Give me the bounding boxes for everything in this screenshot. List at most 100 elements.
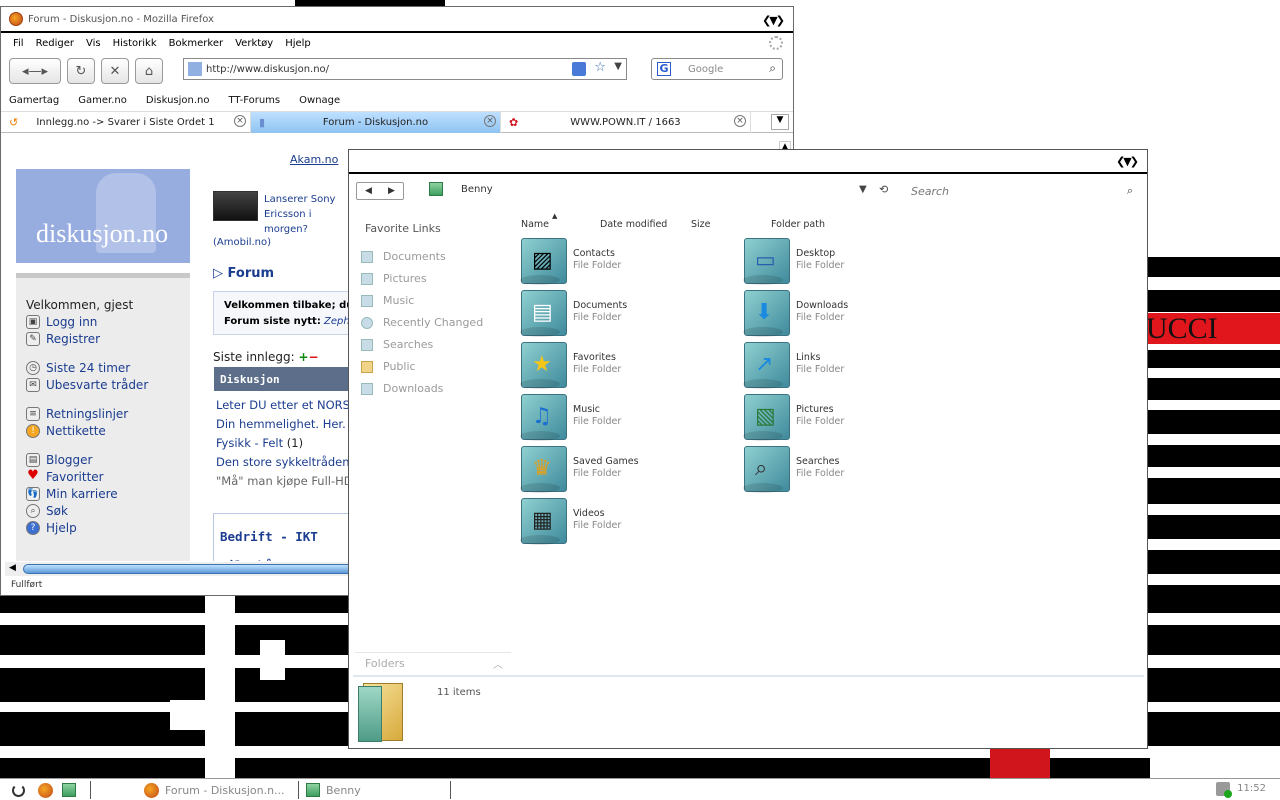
back-arrow-icon[interactable]: ◂—▸ [22,64,48,79]
menu-hjelp[interactable]: Hjelp [285,38,311,49]
bookmark-ownage[interactable]: Ownage [299,95,340,106]
tab-label[interactable]: WWW.POWN.IT / 1663 [570,117,680,128]
tab-innlegg[interactable]: ↺ Innlegg.no -> Svarer i Siste Ordet 1 × [1,112,251,133]
menu-historikk[interactable]: Historikk [113,38,157,49]
folder-name[interactable]: Pictures [796,404,834,415]
sidebar-item-label[interactable]: Registrer [46,332,100,346]
videos-icon[interactable]: ▦ [520,498,567,545]
reload-button[interactable]: ↻ [67,58,95,84]
fav-label[interactable]: Music [383,290,414,312]
network-tray-icon[interactable] [1216,782,1232,798]
music-icon[interactable]: ♫ [520,394,567,441]
chevron-up-icon[interactable]: ︿ [493,656,503,671]
folder-pictures[interactable]: ▧ Pictures File Folder [743,394,944,444]
explorer-search-input[interactable]: Search ⌕ [909,182,1139,202]
quicklaunch-explorer[interactable] [62,780,82,800]
folder-name[interactable]: Saved Games [573,456,639,467]
news-headline[interactable]: Lanserer Sony Ericsson i morgen? [264,192,354,237]
tab-close-icon[interactable]: × [734,115,746,127]
sidebar-item-unanswered[interactable]: ✉ Ubesvarte tråder [26,376,190,393]
folder-searches[interactable]: ⌕ Searches File Folder [743,446,944,496]
search-icon[interactable]: ⌕ [769,61,776,76]
back-forward-button[interactable]: ◀ ▶ [356,182,404,200]
sidebar-item-login[interactable]: ▣ Logg inn [26,313,190,330]
breadcrumb[interactable]: Benny [429,182,493,196]
expand-icon[interactable]: + [298,350,308,364]
post-link[interactable]: Den store sykkeltråden [216,453,353,472]
fav-searches[interactable]: Searches [361,334,483,356]
column-date-modified[interactable]: Date modified [600,219,667,230]
tab-label[interactable]: Innlegg.no -> Svarer i Siste Ordet 1 [36,117,214,128]
star-icon[interactable]: ★ [520,342,567,389]
start-button[interactable] [12,780,25,800]
folder-name[interactable]: Music [573,404,600,415]
fav-label[interactable]: Searches [383,334,433,356]
folder-links[interactable]: ↗ Links File Folder [743,342,944,392]
start-icon[interactable] [12,783,25,797]
fav-recently-changed[interactable]: Recently Changed [361,312,483,334]
folders-label[interactable]: Folders [365,657,405,670]
menu-fil[interactable]: Fil [13,38,24,49]
folder-name[interactable]: Links [796,352,820,363]
sidebar-item-label[interactable]: Blogger [46,453,92,467]
sidebar-item-label[interactable]: Søk [46,504,68,518]
sidebar-item-blogs[interactable]: ▤ Blogger [26,451,190,468]
bookmark-gamertag[interactable]: Gamertag [9,95,59,106]
forward-icon[interactable]: ▶ [388,186,395,196]
folder-saved-games[interactable]: ♛ Saved Games File Folder [520,446,721,496]
tab-list-button[interactable]: ▼ [771,114,789,130]
firefox-icon[interactable] [38,782,53,798]
collapse-icon[interactable]: − [309,350,319,364]
saved-games-icon[interactable]: ♛ [520,446,567,493]
folder-name[interactable]: Documents [573,300,627,311]
folder-downloads[interactable]: ⬇ Downloads File Folder [743,290,944,340]
fav-pictures[interactable]: Pictures [361,268,483,290]
scrollbar-thumb[interactable] [23,564,363,574]
sidebar-item-label[interactable]: Logg inn [46,315,97,329]
sidebar-item-label[interactable]: Favoritter [46,470,104,484]
folders-pane-toggle[interactable]: Folders ︿ [355,652,511,674]
task-label[interactable]: Forum - Diskusjon.n... [165,784,285,797]
task-firefox[interactable]: Forum - Diskusjon.n... [144,780,285,800]
google-engine-icon[interactable]: G [657,62,671,76]
search-placeholder[interactable]: Search [911,185,949,198]
folder-contacts[interactable]: ▨ Contacts File Folder [520,238,721,288]
address-dropdown-icon[interactable]: ▼ [859,184,867,195]
rss-feed-icon[interactable] [572,62,586,76]
menu-vis[interactable]: Vis [86,38,101,49]
back-icon[interactable]: ◀ [365,186,372,196]
explorer-icon[interactable] [62,783,76,797]
column-size[interactable]: Size [691,219,711,230]
column-folder-path[interactable]: Folder path [771,219,825,230]
forum-news-link[interactable]: Zeph [324,316,350,327]
forum-heading[interactable]: ▷ Forum [213,266,274,281]
links-icon[interactable]: ↗ [743,342,790,389]
search-icon[interactable]: ⌕ [1127,184,1133,198]
akam-link[interactable]: Akam.no [290,153,338,166]
folder-name[interactable]: Favorites [573,352,616,363]
bookmark-diskusjon[interactable]: Diskusjon.no [146,95,210,106]
folder-name[interactable]: Videos [573,508,605,519]
fav-label[interactable]: Downloads [383,378,443,400]
menu-verktoy[interactable]: Verktøy [235,38,273,49]
refresh-icon[interactable]: ⟲ [879,183,888,196]
tab-label[interactable]: Forum - Diskusjon.no [323,117,428,128]
fav-label[interactable]: Documents [383,246,446,268]
tab-pown[interactable]: ✿ WWW.POWN.IT / 1663 × [501,112,751,133]
fav-label[interactable]: Public [383,356,416,378]
sidebar-item-label[interactable]: Retningslinjer [46,407,128,421]
post-link[interactable]: Leter DU etter et NORS [216,396,353,415]
tab-close-icon[interactable]: × [234,115,246,127]
search-bar[interactable]: G Google ⌕ [651,58,783,80]
fav-music[interactable]: Music [361,290,483,312]
tab-forum-diskusjon[interactable]: ▮ Forum - Diskusjon.no × [251,112,501,133]
task-label[interactable]: Benny [326,784,361,797]
folder-name[interactable]: Downloads [796,300,848,311]
post-link[interactable]: Din hemmelighet. Her. [216,415,353,434]
sidebar-item-help[interactable]: ? Hjelp [26,519,190,536]
clock[interactable]: 11:52 [1237,783,1266,794]
menu-rediger[interactable]: Rediger [36,38,74,49]
sidebar-item-label[interactable]: Nettikette [46,424,106,438]
bookmark-star-icon[interactable]: ☆ [594,60,606,75]
quicklaunch-firefox[interactable] [38,780,59,800]
